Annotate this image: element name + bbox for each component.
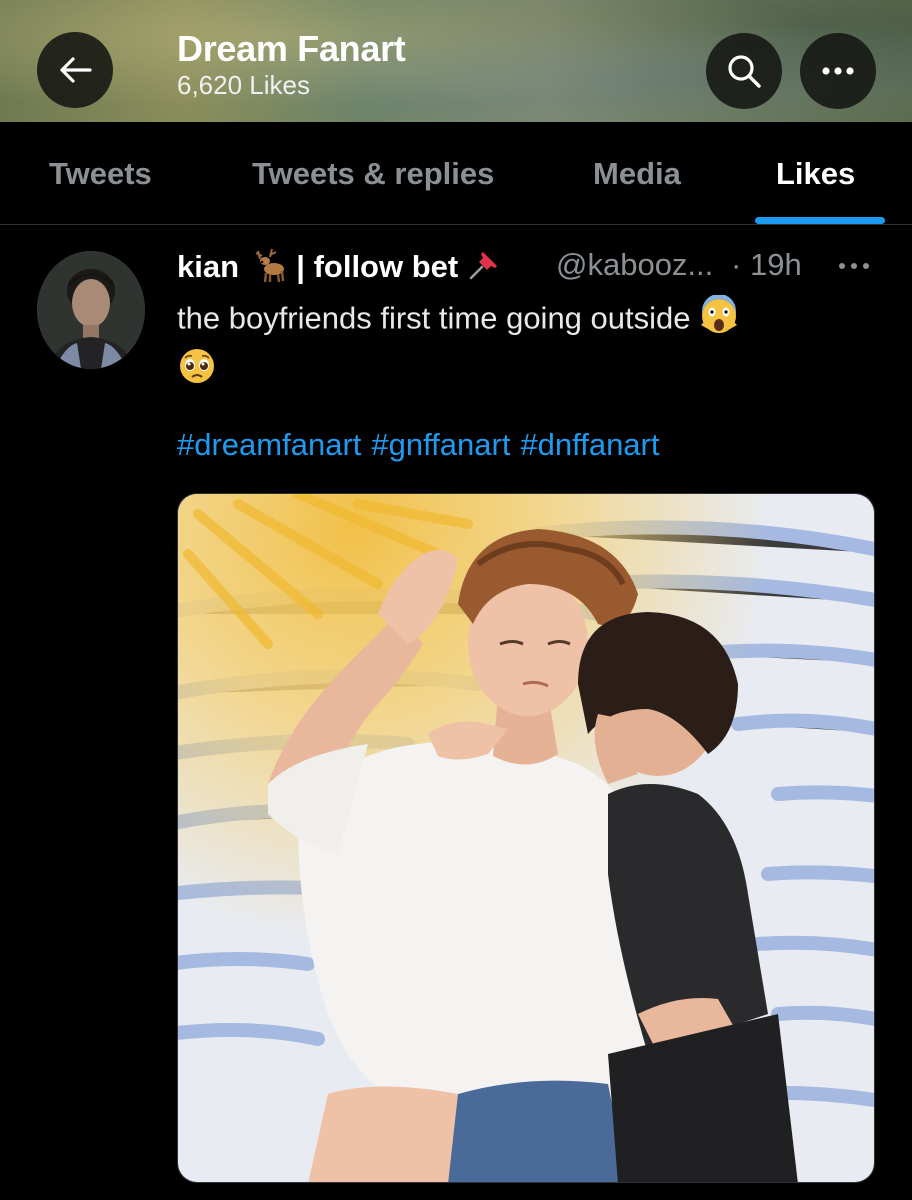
back-button[interactable] — [37, 32, 113, 108]
avatar[interactable] — [37, 251, 145, 369]
tab-likes[interactable]: Likes — [776, 156, 855, 192]
pleading-face-emoji — [177, 346, 217, 397]
tab-media[interactable]: Media — [593, 156, 681, 192]
tweet-timestamp[interactable]: 19h — [750, 247, 802, 283]
search-button[interactable] — [706, 33, 782, 109]
page-title: Dream Fanart — [177, 28, 406, 69]
screaming-face-emoji — [699, 294, 739, 346]
tab-tweets[interactable]: Tweets — [49, 156, 152, 192]
tweet-hashtags: #dreamfanart #gnffanart #dnffanart — [177, 427, 669, 463]
tweet-text: the boyfriends first time going outside — [177, 294, 877, 397]
separator-dot: · — [731, 247, 742, 282]
hashtag-link[interactable]: #dreamfanart — [177, 427, 361, 462]
tweet-author-handle[interactable]: @kabooz... — [556, 247, 713, 283]
arrow-left-icon — [60, 57, 92, 83]
active-tab-indicator — [755, 217, 885, 224]
author-name-suffix: | follow bet — [296, 249, 459, 285]
tab-tweets-replies[interactable]: Tweets & replies — [252, 156, 494, 192]
hashtag-link[interactable]: #dnffanart — [520, 427, 659, 462]
author-name-text: kian — [177, 249, 240, 285]
tweet-author-name[interactable]: kian | follow bet — [177, 247, 501, 291]
deer-emoji — [248, 247, 288, 291]
more-horizontal-icon — [822, 67, 854, 75]
likes-count: 6,620 Likes — [177, 70, 310, 100]
more-horizontal-icon — [839, 263, 869, 269]
tweet-more-button[interactable] — [834, 252, 874, 278]
pushpin-emoji — [467, 248, 501, 290]
profile-tabs: Tweets Tweets & replies Media Likes — [0, 122, 912, 225]
tweet-media-image[interactable] — [177, 493, 875, 1183]
search-icon — [728, 55, 761, 88]
more-options-button[interactable] — [800, 33, 876, 109]
profile-header: Dream Fanart 6,620 Likes — [0, 0, 912, 122]
hashtag-link[interactable]: #gnffanart — [371, 427, 510, 462]
tweet-text-body: the boyfriends first time going outside — [177, 300, 691, 336]
